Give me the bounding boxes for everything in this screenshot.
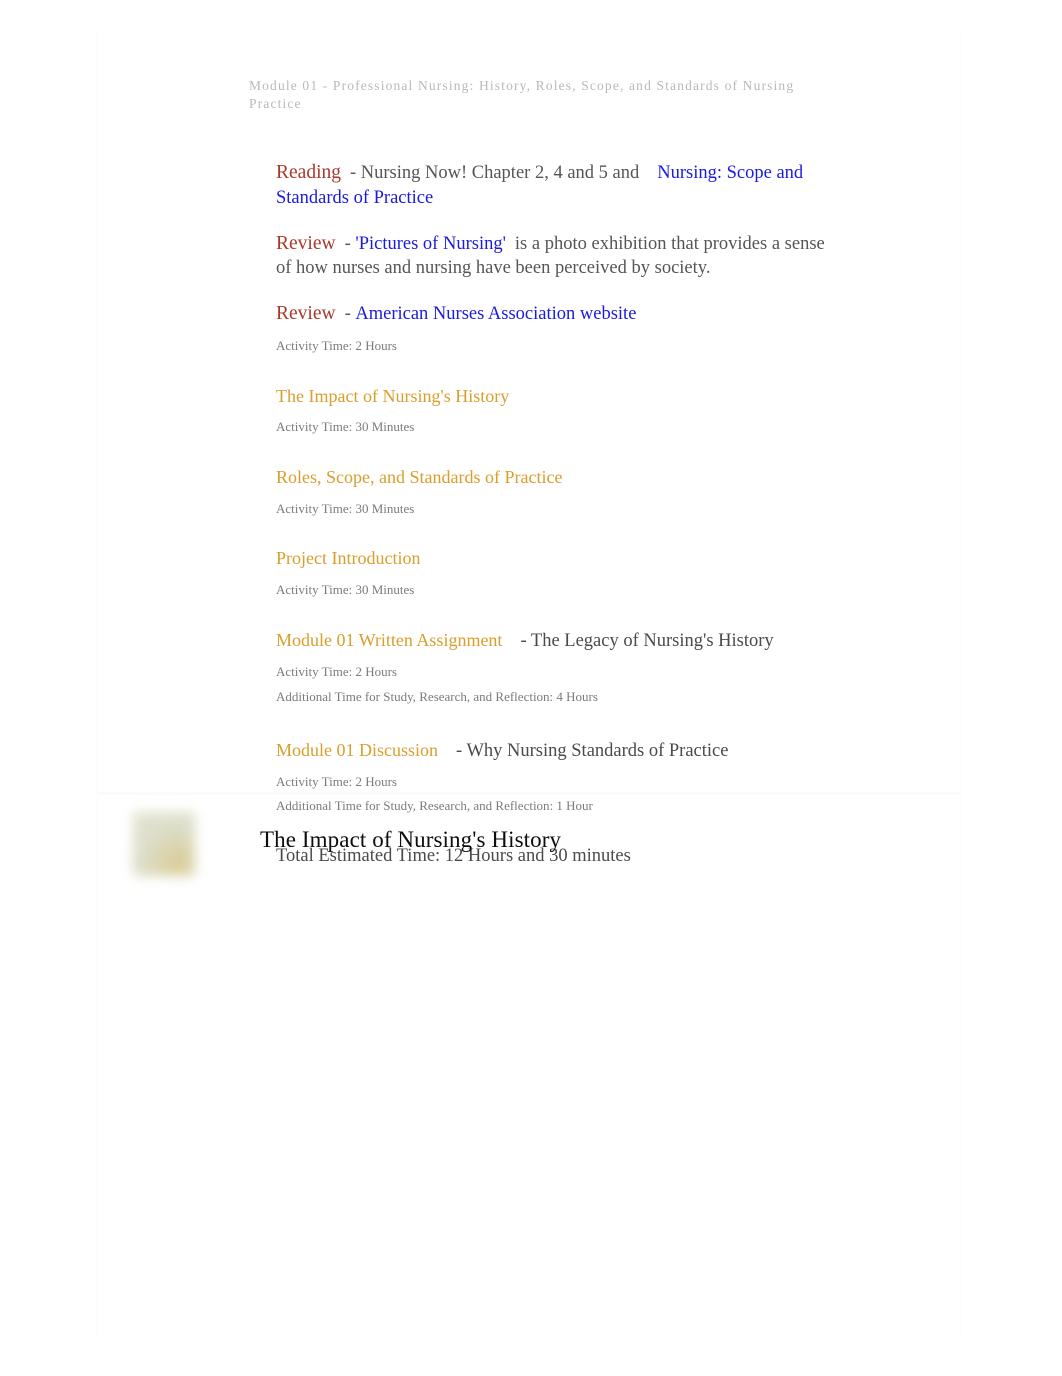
reading-line: Reading - Nursing Now! Chapter 2, 4 and 5…: [276, 160, 836, 211]
entry-review-pictures: Review - 'Pictures of Nursing' is a photo …: [276, 231, 836, 282]
discussion-activity-time: Activity Time: 2 Hours: [276, 773, 397, 789]
roles-scope-title-line: Roles, Scope, and Standards of Practice: [276, 466, 836, 489]
document-running-head: Module 01 - Professional Nursing: Histor…: [249, 78, 795, 111]
review-ana-activity-time: Activity Time: 2 Hours: [276, 337, 397, 353]
page-two-surface: [98, 795, 960, 1335]
entry-discussion: Module 01 Discussion - Why Nursing Standa…: [276, 739, 836, 816]
review-ana-line: Review - American Nurses Association webs…: [276, 301, 836, 327]
roles-scope-activity-time: Activity Time: 30 Minutes: [276, 500, 415, 516]
review-pictures-line: Review - 'Pictures of Nursing' is a photo …: [276, 231, 836, 282]
discussion-title-line: Module 01 Discussion - Why Nursing Standa…: [276, 739, 836, 763]
impact-of-nursings-history-heading: The Impact of Nursing's History: [260, 827, 562, 852]
written-assignment-title-line: Module 01 Written Assignment - The Legacy…: [276, 629, 836, 653]
review-pictures-keyword: Review: [276, 232, 336, 254]
written-assignment-activity-time: Activity Time: 2 Hours: [276, 663, 397, 679]
review-pictures-link[interactable]: 'Pictures of Nursing': [355, 234, 506, 254]
entry-reading: Reading - Nursing Now! Chapter 2, 4 and 5…: [276, 160, 836, 211]
module-activity-list: Reading - Nursing Now! Chapter 2, 4 and 5…: [276, 160, 836, 868]
entry-written-assignment: Module 01 Written Assignment - The Legacy…: [276, 629, 836, 706]
written-assignment-title[interactable]: Module 01 Written Assignment: [276, 630, 502, 650]
project-intro-activity-time: Activity Time: 30 Minutes: [276, 581, 415, 597]
reading-keyword: Reading: [276, 162, 341, 183]
review-ana-keyword: Review: [276, 303, 336, 325]
entry-review-ana: Review - American Nurses Association webs…: [276, 301, 836, 355]
impact-history-title[interactable]: The Impact of Nursing's History: [276, 386, 509, 406]
review-ana-link[interactable]: American Nurses Association website: [355, 304, 636, 324]
project-intro-title-line: Project Introduction: [276, 547, 836, 570]
discussion-title[interactable]: Module 01 Discussion: [276, 740, 438, 760]
entry-project-introduction: Project Introduction Activity Time: 30 M…: [276, 547, 836, 598]
project-intro-title[interactable]: Project Introduction: [276, 548, 420, 568]
written-assignment-suffix: - The Legacy of Nursing's History: [520, 630, 774, 651]
discussion-additional-time: Additional Time for Study, Research, and…: [276, 798, 593, 814]
entry-roles-scope: Roles, Scope, and Standards of Practice …: [276, 466, 836, 517]
review-ana-dash: -: [344, 304, 351, 325]
impact-history-title-line: The Impact of Nursing's History: [276, 385, 836, 408]
reading-description: - Nursing Now! Chapter 2, 4 and 5 and: [349, 163, 640, 183]
discussion-suffix: - Why Nursing Standards of Practice: [456, 740, 729, 761]
written-assignment-additional-time: Additional Time for Study, Research, and…: [276, 688, 598, 704]
entry-impact-history: The Impact of Nursing's History Activity…: [276, 385, 836, 436]
roles-scope-title[interactable]: Roles, Scope, and Standards of Practice: [276, 467, 562, 487]
blurred-sage-photo-thumbnail: [133, 812, 195, 876]
review-pictures-dash: -: [344, 233, 351, 254]
impact-history-activity-time: Activity Time: 30 Minutes: [276, 419, 415, 435]
